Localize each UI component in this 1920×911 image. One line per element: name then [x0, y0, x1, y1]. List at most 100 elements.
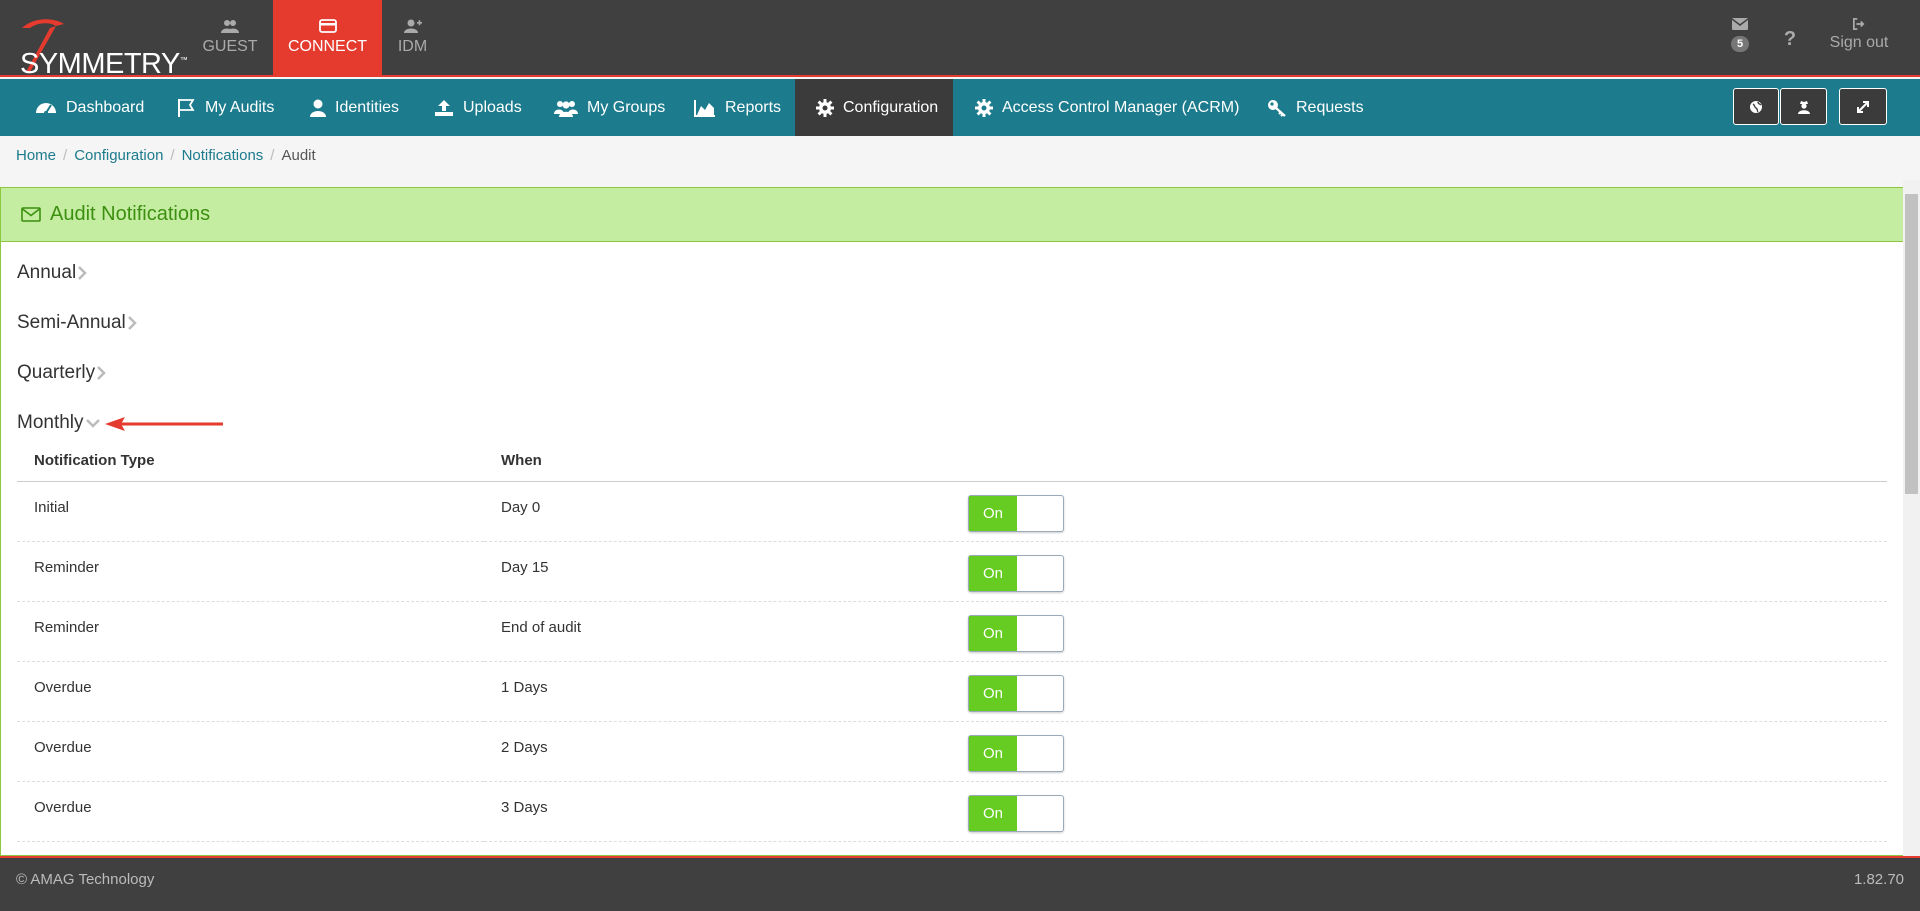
chevron-down-icon: [85, 419, 100, 428]
section-semi-annual[interactable]: Semi-Annual: [17, 312, 137, 334]
column-header-when: When: [484, 441, 951, 482]
cell-type: Reminder: [17, 601, 484, 662]
top-bar: SYMMETRY™ GUEST CONNECT IDM 5 ? Sign out: [0, 0, 1920, 80]
table-row: Overdue 2 Days On: [17, 721, 1887, 782]
nav-configuration[interactable]: Configuration: [795, 79, 953, 136]
app-tab-label: GUEST: [202, 38, 258, 55]
notification-toggle[interactable]: On: [968, 614, 1064, 652]
nav-reports[interactable]: Reports: [694, 79, 781, 136]
section-label: Annual: [17, 262, 77, 283]
messages-button[interactable]: 5: [1720, 0, 1760, 77]
chevron-right-icon: [97, 366, 106, 380]
table-row: Initial Day 0 On: [17, 481, 1887, 542]
toggle-on-label: On: [969, 615, 1017, 651]
chevron-right-icon: [78, 266, 87, 280]
user-icon: [310, 99, 326, 117]
app-tab-label: IDM: [397, 38, 428, 55]
cell-type: Initial: [17, 481, 484, 542]
section-annual[interactable]: Annual: [17, 262, 87, 284]
column-header-type: Notification Type: [17, 441, 484, 482]
brand-tm: ™: [179, 55, 188, 65]
upload-icon: [435, 99, 453, 116]
envelope-icon: [21, 207, 41, 222]
brand-name: SYMMETRY: [20, 48, 180, 80]
expand-icon: [1857, 100, 1869, 113]
cell-when: End of audit: [484, 601, 951, 662]
group-icon: [554, 100, 578, 117]
notification-toggle[interactable]: On: [968, 494, 1064, 532]
cell-when: 1 Days: [484, 661, 951, 722]
nav-acrm[interactable]: Access Control Manager (ACRM): [975, 79, 1239, 136]
signout-icon: [1853, 18, 1865, 30]
globe-icon: [1750, 100, 1762, 113]
breadcrumb-configuration[interactable]: Configuration: [74, 147, 163, 164]
toggle-on-label: On: [969, 795, 1017, 831]
help-button[interactable]: ?: [1775, 0, 1805, 77]
user-secret-icon: [1797, 100, 1810, 114]
nav-dashboard[interactable]: Dashboard: [35, 79, 144, 136]
chevron-right-icon: [127, 316, 137, 330]
notification-toggle[interactable]: On: [968, 734, 1064, 772]
app-tab-idm[interactable]: IDM: [385, 0, 440, 77]
panel-heading: Audit Notifications: [1, 188, 1904, 242]
symmetry-logo[interactable]: SYMMETRY™: [8, 8, 188, 80]
nav-label: Access Control Manager (ACRM): [1002, 98, 1240, 116]
cell-when: 2 Days: [484, 721, 951, 782]
page-scrollbar[interactable]: [1903, 180, 1920, 856]
app-tab-label: CONNECT: [287, 38, 368, 55]
nav-label: Uploads: [463, 98, 522, 116]
toggle-on-label: On: [969, 675, 1017, 711]
toggle-on-label: On: [969, 735, 1017, 771]
nav-label: My Groups: [587, 98, 666, 116]
cell-type: Reminder: [17, 541, 484, 602]
notification-toggle[interactable]: On: [968, 554, 1064, 592]
cell-when: Day 0: [484, 481, 951, 542]
signout-label: Sign out: [1829, 34, 1889, 51]
notification-toggle[interactable]: On: [968, 794, 1064, 832]
nav-requests[interactable]: Requests: [1267, 79, 1364, 136]
user-secret-button[interactable]: [1780, 88, 1827, 125]
footer: © AMAG Technology 1.82.70: [0, 856, 1920, 911]
table-row: Reminder End of audit On: [17, 601, 1887, 662]
app-tab-connect[interactable]: CONNECT: [273, 0, 382, 77]
signout-button[interactable]: Sign out: [1824, 0, 1894, 77]
area-chart-icon: [694, 99, 715, 117]
panel-title: Audit Notifications: [50, 203, 211, 225]
scrollbar-thumb[interactable]: [1905, 194, 1918, 494]
user-plus-icon: [403, 19, 422, 33]
nav-label: Reports: [725, 98, 782, 116]
nav-label: Configuration: [843, 98, 939, 116]
notification-table: Notification Type When Initial Day 0 On …: [17, 441, 1887, 842]
card-icon: [318, 19, 337, 33]
nav-identities[interactable]: Identities: [310, 79, 399, 136]
annotation-arrow-icon: [105, 417, 223, 431]
fullscreen-button[interactable]: [1839, 88, 1887, 125]
messages-badge: 5: [1730, 36, 1750, 52]
nav-my-audits[interactable]: My Audits: [176, 79, 274, 136]
section-quarterly[interactable]: Quarterly: [17, 362, 106, 384]
nav-my-groups[interactable]: My Groups: [554, 79, 665, 136]
nav-label: My Audits: [205, 98, 275, 116]
section-monthly[interactable]: Monthly: [17, 412, 101, 434]
nav-uploads[interactable]: Uploads: [434, 79, 522, 136]
breadcrumb-notifications[interactable]: Notifications: [182, 147, 264, 164]
footer-copyright: © AMAG Technology: [16, 871, 155, 888]
app-tab-guest[interactable]: GUEST: [190, 0, 270, 77]
flag-icon: [178, 98, 195, 117]
notification-toggle[interactable]: On: [968, 674, 1064, 712]
section-label: Quarterly: [17, 362, 96, 383]
table-header-row: Notification Type When: [17, 441, 1887, 482]
dashboard-icon: [36, 102, 56, 115]
nav-label: Requests: [1296, 98, 1364, 116]
key-icon: [1268, 99, 1286, 117]
table-row: Reminder Day 15 On: [17, 541, 1887, 602]
cell-type: Overdue: [17, 661, 484, 722]
users-icon: [221, 20, 239, 33]
toggle-on-label: On: [969, 495, 1017, 531]
breadcrumb-home[interactable]: Home: [16, 147, 56, 164]
section-label: Monthly: [17, 412, 84, 433]
cell-when: Day 15: [484, 541, 951, 602]
globe-button[interactable]: [1733, 88, 1779, 125]
gear-icon: [816, 98, 834, 117]
help-icon: ?: [1783, 28, 1797, 50]
